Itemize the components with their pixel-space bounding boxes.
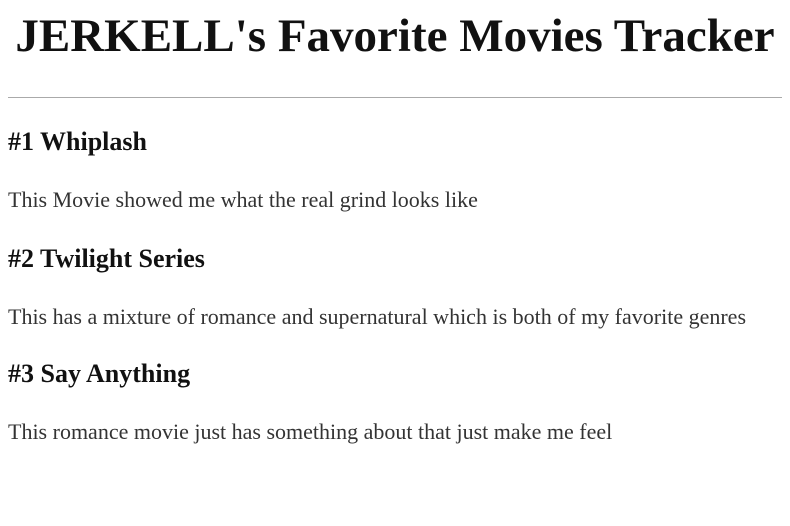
page-title: JERKELL's Favorite Movies Tracker <box>15 10 775 62</box>
movie-description: This Movie showed me what the real grind… <box>8 187 478 212</box>
title-divider <box>8 97 782 98</box>
movie-entry-3: #3 Say Anything This romance movie just … <box>8 359 782 445</box>
movie-description: This has a mixture of romance and supern… <box>8 304 746 329</box>
movie-entry-2: #2 Twilight Series This has a mixture of… <box>8 244 782 330</box>
movie-heading: #1 Whiplash <box>8 127 147 156</box>
movie-description: This romance movie just has something ab… <box>8 419 613 444</box>
movie-heading: #3 Say Anything <box>8 359 191 388</box>
page-content: JERKELL's Favorite Movies Tracker #1 Whi… <box>0 0 790 526</box>
movie-heading: #2 Twilight Series <box>8 244 205 273</box>
movie-entry-1: #1 Whiplash This Movie showed me what th… <box>8 127 782 213</box>
